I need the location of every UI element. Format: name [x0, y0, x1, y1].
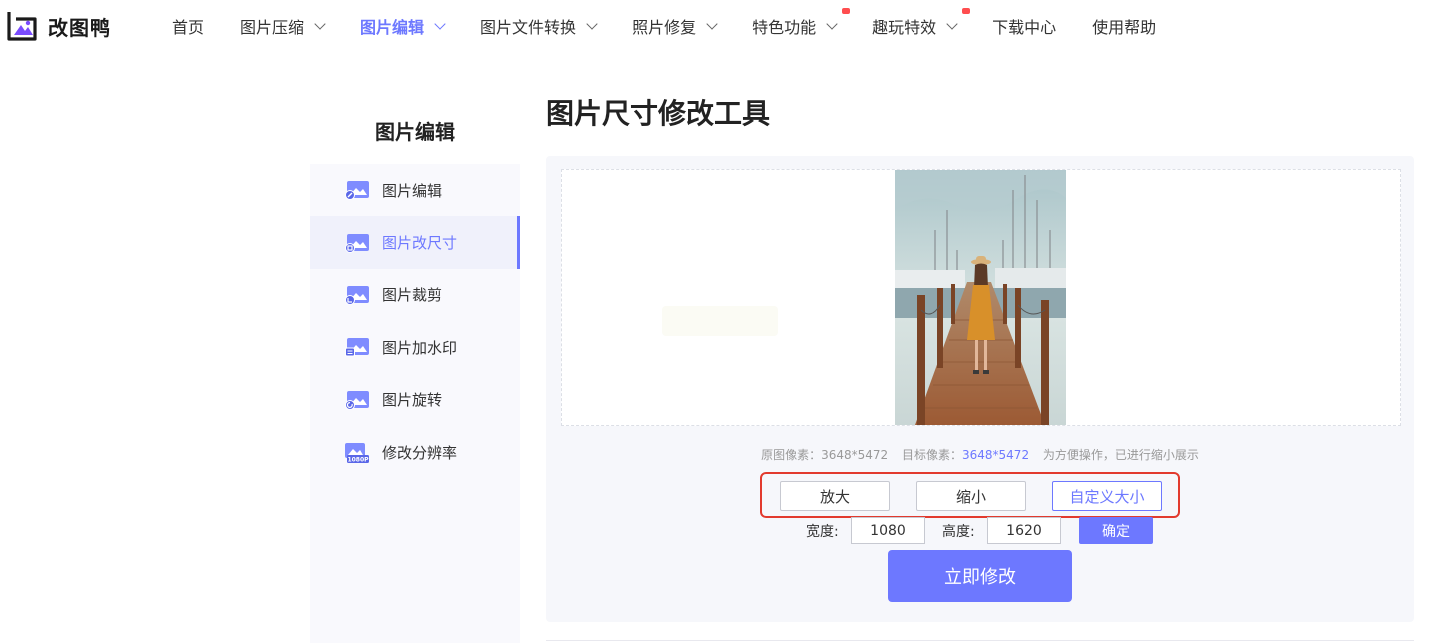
chevron-down-icon: [314, 17, 326, 30]
hot-badge-icon: [962, 8, 971, 14]
nav-label: 使用帮助: [1092, 18, 1157, 37]
nav-fun-effects[interactable]: 趣玩特效: [872, 0, 971, 52]
sidebar-item-label: 修改分辨率: [382, 443, 458, 462]
nav-label: 图片文件转换: [480, 18, 577, 37]
nav-image-edit[interactable]: 图片编辑: [360, 0, 446, 52]
brand-name: 改图鸭: [48, 15, 111, 40]
nav-file-convert[interactable]: 图片文件转换: [480, 0, 598, 52]
preview-photo: [895, 170, 1066, 425]
sidebar-item-label: 图片编辑: [382, 181, 443, 200]
hot-badge-icon: [842, 8, 851, 14]
nav-download-center[interactable]: 下载中心: [992, 0, 1056, 52]
preview-note: 为方便操作，已进行缩小展示: [1042, 448, 1199, 462]
apply-modify-button[interactable]: 立即修改: [888, 550, 1072, 602]
nav-special-features[interactable]: 特色功能: [752, 0, 851, 52]
nav-label: 下载中心: [992, 18, 1057, 37]
chevron-down-icon: [706, 17, 718, 30]
sidebar-item-image-resize[interactable]: 图片改尺寸: [310, 216, 520, 270]
nav-label: 照片修复: [632, 18, 697, 37]
sidebar: 图片编辑 图片改尺寸 图片裁剪 图片加水印 图片旋转 1080P 修改分辨率: [310, 164, 520, 643]
sidebar-item-label: 图片裁剪: [382, 286, 443, 305]
height-label: 高度:: [942, 524, 975, 540]
width-input[interactable]: [851, 517, 925, 544]
sidebar-item-resolution[interactable]: 1080P 修改分辨率: [310, 426, 520, 478]
sidebar-item-label: 图片加水印: [382, 338, 458, 357]
brand-logo[interactable]: 改图鸭: [6, 9, 111, 43]
sidebar-item-image-watermark[interactable]: 图片加水印: [310, 321, 520, 373]
custom-size-button[interactable]: 自定义大小: [1052, 481, 1162, 511]
resolution-1080p-icon: 1080P: [344, 442, 370, 464]
nav-label: 趣玩特效: [872, 18, 937, 37]
width-label: 宽度:: [806, 524, 839, 540]
confirm-button[interactable]: 确定: [1079, 517, 1153, 544]
nav-home[interactable]: 首页: [172, 0, 204, 52]
image-resize-icon: [344, 233, 370, 253]
sidebar-item-image-rotate[interactable]: 图片旋转: [310, 374, 520, 426]
nav-image-compress[interactable]: 图片压缩: [240, 0, 326, 52]
sidebar-item-image-edit[interactable]: 图片编辑: [310, 164, 520, 216]
sidebar-item-label: 图片旋转: [382, 391, 443, 410]
original-pixel-value: 3648*5472: [821, 448, 889, 462]
image-watermark-icon: [344, 337, 370, 357]
chevron-down-icon: [946, 17, 958, 30]
chevron-down-icon: [826, 17, 838, 30]
duck-logo-icon: [6, 10, 38, 42]
chevron-down-icon: [434, 17, 446, 30]
nav-label: 首页: [172, 18, 205, 37]
pixel-info: 原图像素：3648*5472 目标像素：3648*5472 为方便操作，已进行缩…: [546, 446, 1414, 463]
divider: [546, 640, 1414, 641]
sidebar-item-label: 图片改尺寸: [382, 234, 458, 253]
target-pixel-label: 目标像素：: [901, 448, 962, 462]
image-edit-icon: [344, 180, 370, 201]
page-title: 图片尺寸修改工具: [546, 97, 771, 130]
enlarge-button[interactable]: 放大: [780, 481, 890, 511]
nav-help[interactable]: 使用帮助: [1092, 0, 1156, 52]
nav-photo-repair[interactable]: 照片修复: [632, 0, 718, 52]
image-preview-area: [561, 169, 1401, 426]
sidebar-item-image-crop[interactable]: 图片裁剪: [310, 269, 520, 321]
nav-label: 图片编辑: [360, 18, 425, 37]
sidebar-title: 图片编辑: [375, 120, 455, 144]
shrink-button[interactable]: 缩小: [916, 481, 1026, 511]
nav-label: 图片压缩: [240, 18, 305, 37]
image-rotate-icon: [344, 390, 370, 410]
original-pixel-label: 原图像素：: [761, 448, 822, 462]
chevron-down-icon: [586, 17, 598, 30]
ghost-placeholder: [662, 306, 778, 336]
resolution-badge: 1080P: [347, 457, 369, 464]
height-input[interactable]: [987, 517, 1061, 544]
nav-label: 特色功能: [752, 18, 817, 37]
top-header: 改图鸭 首页 图片压缩 图片编辑 图片文件转换 照片修复 特色功能 趣玩特效 下…: [0, 0, 1440, 52]
target-pixel-value: 3648*5472: [962, 448, 1030, 462]
image-crop-icon: [344, 285, 370, 305]
main-nav: 首页 图片压缩 图片编辑 图片文件转换 照片修复 特色功能 趣玩特效 下载中心 …: [172, 0, 1192, 52]
